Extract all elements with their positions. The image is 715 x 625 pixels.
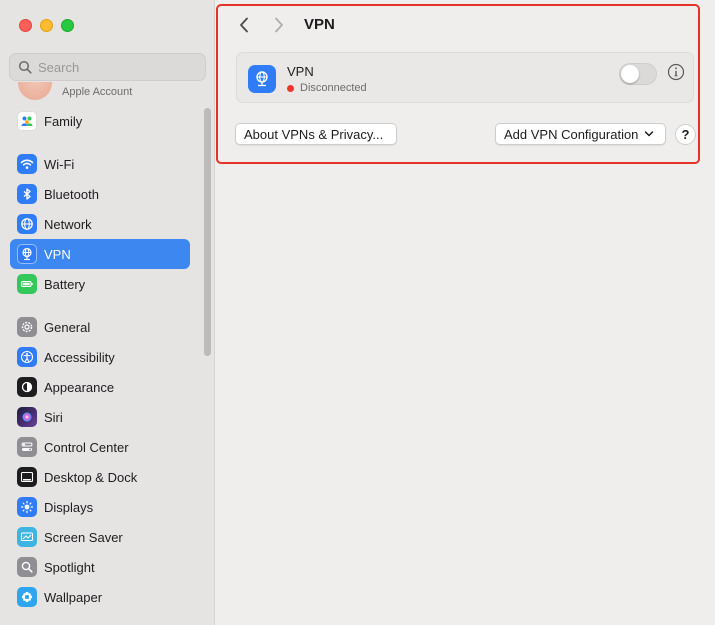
- sidebar-item-spotlight[interactable]: Spotlight: [10, 552, 190, 582]
- sidebar-list: Apple Account Family Wi-Fi Bluetooth Net…: [0, 82, 205, 625]
- chevron-left-icon: [240, 17, 248, 33]
- appearance-icon: [17, 377, 37, 397]
- wifi-icon: [17, 154, 37, 174]
- sidebar-item-wifi[interactable]: Wi-Fi: [10, 149, 190, 179]
- chevron-right-icon: [275, 17, 283, 33]
- vpn-status-label: Disconnected: [300, 82, 367, 94]
- sidebar-item-label: Control Center: [44, 439, 129, 455]
- minimize-window-button[interactable]: [40, 19, 53, 32]
- sidebar-item-screen-saver[interactable]: Screen Saver: [10, 522, 190, 552]
- system-settings-window: Apple Account Family Wi-Fi: [0, 0, 715, 625]
- chevron-down-icon: [645, 131, 654, 137]
- sidebar-item-label: Siri: [44, 409, 63, 425]
- sidebar-item-label: Battery: [44, 276, 86, 292]
- about-vpns-privacy-button[interactable]: About VPNs & Privacy...: [235, 123, 397, 145]
- sidebar-item-label: VPN: [44, 246, 71, 262]
- toggle-knob: [621, 65, 639, 83]
- sidebar-item-accessibility[interactable]: Accessibility: [10, 342, 190, 372]
- sidebar-item-network[interactable]: Network: [10, 209, 190, 239]
- bluetooth-icon: [17, 184, 37, 204]
- sidebar-item-label: Appearance: [44, 379, 115, 395]
- status-dot-icon: [287, 84, 294, 92]
- sidebar: Apple Account Family Wi-Fi: [0, 0, 215, 625]
- vpn-name: VPN: [287, 64, 314, 79]
- zoom-window-button[interactable]: [61, 19, 74, 32]
- search-input[interactable]: [38, 59, 198, 75]
- accessibility-icon: [17, 347, 37, 367]
- vpn-info-button[interactable]: [667, 63, 685, 81]
- search-field[interactable]: [9, 53, 206, 81]
- sidebar-item-label: Wi-Fi: [44, 156, 75, 172]
- gear-icon: [17, 317, 37, 337]
- search-icon: [18, 60, 32, 74]
- sidebar-item-label: General: [44, 319, 91, 335]
- sidebar-item-label: Wallpaper: [44, 589, 103, 605]
- sidebar-item-family[interactable]: Family: [10, 106, 190, 136]
- sidebar-item-label: Displays: [44, 499, 94, 515]
- family-icon: [17, 111, 37, 131]
- back-button[interactable]: [233, 14, 255, 36]
- sidebar-item-bluetooth[interactable]: Bluetooth: [10, 179, 190, 209]
- sidebar-item-general[interactable]: General: [10, 312, 190, 342]
- sidebar-item-displays[interactable]: Displays: [10, 492, 190, 522]
- siri-icon: [17, 407, 37, 427]
- screen-saver-icon: [17, 527, 37, 547]
- globe-icon: [17, 214, 37, 234]
- close-window-button[interactable]: [19, 19, 32, 32]
- about-button-label: About VPNs & Privacy...: [244, 126, 384, 142]
- sun-icon: [17, 497, 37, 517]
- add-button-label: Add VPN Configuration: [504, 126, 639, 142]
- sidebar-item-label: Desktop & Dock: [44, 469, 138, 485]
- sidebar-item-label: Family: [44, 113, 83, 129]
- vpn-connection-card: VPN Disconnected: [236, 52, 694, 103]
- page-title: VPN: [304, 16, 335, 33]
- add-vpn-configuration-button[interactable]: Add VPN Configuration: [495, 123, 666, 145]
- sidebar-item-vpn[interactable]: VPN: [10, 239, 190, 269]
- vpn-icon: [248, 65, 276, 93]
- sidebar-item-battery[interactable]: Battery: [10, 269, 190, 299]
- avatar: [18, 82, 52, 100]
- vpn-icon: [17, 244, 37, 264]
- help-button-label: ?: [681, 127, 690, 142]
- battery-icon: [17, 274, 37, 294]
- sidebar-item-label: Bluetooth: [44, 186, 99, 202]
- sidebar-item-wallpaper[interactable]: Wallpaper: [10, 582, 190, 612]
- apple-account-item[interactable]: Apple Account: [14, 82, 194, 100]
- wallpaper-icon: [17, 587, 37, 607]
- sidebar-item-label: Screen Saver: [44, 529, 123, 545]
- sidebar-item-siri[interactable]: Siri: [10, 402, 190, 432]
- help-button[interactable]: ?: [675, 124, 696, 145]
- sidebar-item-control-center[interactable]: Control Center: [10, 432, 190, 462]
- window-controls: [19, 19, 74, 32]
- sidebar-item-label: Spotlight: [44, 559, 95, 575]
- dock-icon: [17, 467, 37, 487]
- vpn-toggle[interactable]: [619, 63, 657, 85]
- forward-button[interactable]: [268, 14, 290, 36]
- sidebar-item-appearance[interactable]: Appearance: [10, 372, 190, 402]
- sidebar-item-desktop-dock[interactable]: Desktop & Dock: [10, 462, 190, 492]
- sidebar-scrollbar[interactable]: [204, 108, 211, 356]
- apple-account-label: Apple Account: [62, 86, 133, 98]
- control-center-icon: [17, 437, 37, 457]
- magnifier-icon: [17, 557, 37, 577]
- info-icon: [667, 63, 685, 81]
- vpn-status: Disconnected: [287, 82, 367, 94]
- sidebar-item-label: Network: [44, 216, 92, 232]
- sidebar-item-label: Accessibility: [44, 349, 115, 365]
